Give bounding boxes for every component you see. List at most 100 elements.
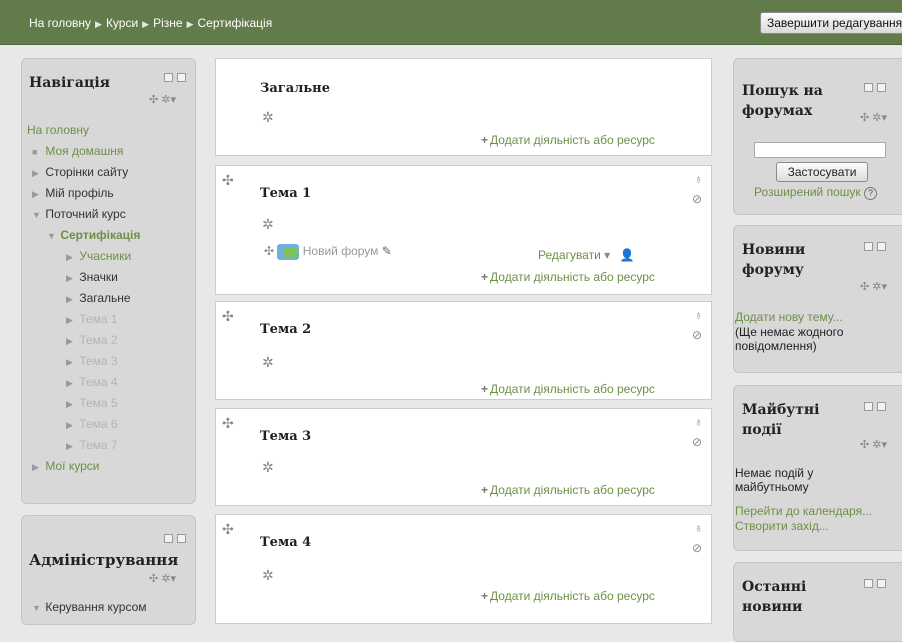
breadcrumb-separator-icon: ▶ <box>95 19 102 29</box>
hide-eye-icon[interactable]: ⊘ <box>692 328 702 342</box>
section-title: Тема 1 <box>260 186 312 201</box>
collapse-icon[interactable] <box>864 241 873 251</box>
gear-icon[interactable]: ✲ <box>262 109 274 126</box>
nav-item-my-profile[interactable]: ▶ Мій профіль <box>32 186 114 200</box>
block-dock-controls[interactable] <box>860 400 886 412</box>
dock-icon[interactable] <box>177 533 186 543</box>
add-new-topic-link[interactable]: Додати нову тему... <box>735 310 843 324</box>
add-activity-link[interactable]: + Додати діяльність або ресурс <box>481 382 655 396</box>
edit-menu[interactable]: Редагувати ▾ 👤 <box>538 248 634 262</box>
nav-item-general[interactable]: ▶ Загальне <box>66 291 131 305</box>
no-posts-text: (Ще немає жодного повідомлення) <box>735 325 844 353</box>
highlight-bulb-icon[interactable]: ♁ <box>694 415 703 429</box>
go-to-calendar-link[interactable]: Перейти до календаря... <box>735 504 872 518</box>
help-icon[interactable]: ? <box>863 187 877 200</box>
create-event-link[interactable]: Створити захід... <box>735 519 829 533</box>
nav-item-topic-4[interactable]: ▶ Тема 4 <box>66 375 118 389</box>
block-dock-controls[interactable] <box>860 577 886 589</box>
block-move-config-icons[interactable]: ✣ ✲▾ <box>149 572 176 585</box>
block-dock-controls[interactable] <box>860 240 886 252</box>
forum-search-input[interactable] <box>754 142 886 158</box>
section-title: Тема 2 <box>260 322 312 337</box>
breadcrumb-current[interactable]: Сертифікація <box>198 16 273 30</box>
no-events-text: Немає подій у майбутньому <box>735 466 814 494</box>
section-topic-1: ✣ ♁ ⊘ Тема 1 ✲ ✣ Новий форум ✎ Редагуват… <box>215 165 712 295</box>
plus-icon: + <box>481 133 489 147</box>
nav-item-badges[interactable]: ▶ Значки <box>66 270 118 284</box>
collapse-icon[interactable] <box>864 401 873 411</box>
add-activity-link[interactable]: + Додати діяльність або ресурс <box>481 589 655 603</box>
dock-icon[interactable] <box>877 401 886 411</box>
breadcrumb-misc[interactable]: Різне <box>153 16 182 30</box>
advanced-search-link[interactable]: Розширений пошук ? <box>754 185 877 200</box>
search-forums-title: Пошук на форумах <box>742 83 823 119</box>
dock-icon[interactable] <box>877 578 886 588</box>
nav-item-topic-6[interactable]: ▶ Тема 6 <box>66 417 118 431</box>
assign-roles-icon[interactable]: 👤 <box>620 248 635 262</box>
nav-item-topic-7[interactable]: ▶ Тема 7 <box>66 438 118 452</box>
breadcrumb-separator-icon: ▶ <box>142 19 150 29</box>
nav-item-current-course[interactable]: ▼ Поточний курс <box>32 207 126 221</box>
apply-search-button[interactable]: Застосувати <box>776 162 868 182</box>
move-icon[interactable]: ✣ <box>222 415 234 432</box>
nav-item-topic-1[interactable]: ▶ Тема 1 <box>66 312 118 326</box>
nav-home[interactable]: На головну <box>27 123 89 137</box>
expand-arrow-icon: ▶ <box>66 378 73 388</box>
add-activity-link[interactable]: + Додати діяльність або ресурс <box>481 483 655 497</box>
recent-news-title: Останні новини <box>742 579 807 615</box>
block-move-config-icons[interactable]: ✣ ✲▾ <box>860 438 887 451</box>
move-icon[interactable]: ✣ <box>264 244 274 258</box>
expand-arrow-icon: ▶ <box>66 357 73 367</box>
nav-item-site-pages[interactable]: ▶ Сторінки сайту <box>32 165 128 179</box>
block-move-config-icons[interactable]: ✣ ✲▾ <box>860 111 887 124</box>
news-forum-title: Новини форуму <box>742 242 806 278</box>
block-dock-controls[interactable] <box>160 532 186 544</box>
edit-pencil-icon[interactable]: ✎ <box>382 244 392 258</box>
collapse-icon[interactable] <box>864 82 873 92</box>
block-move-config-icons[interactable]: ✣ ✲▾ <box>149 93 176 106</box>
nav-item-topic-5[interactable]: ▶ Тема 5 <box>66 396 118 410</box>
admin-course-management[interactable]: ▼ Керування курсом <box>32 600 147 614</box>
dock-icon[interactable] <box>177 72 186 82</box>
gear-icon[interactable]: ✲ <box>262 567 274 584</box>
bullet-icon: ■ <box>32 147 38 157</box>
collapse-arrow-icon: ▼ <box>47 231 56 241</box>
move-icon[interactable]: ✣ <box>222 521 234 538</box>
block-dock-controls[interactable] <box>860 81 886 93</box>
dock-icon[interactable] <box>877 82 886 92</box>
hide-eye-icon[interactable]: ⊘ <box>692 435 702 449</box>
hide-eye-icon[interactable]: ⊘ <box>692 541 702 555</box>
collapse-icon[interactable] <box>164 533 173 543</box>
nav-item-course[interactable]: ▼ Сертифікація <box>47 228 140 242</box>
nav-item-topic-2[interactable]: ▶ Тема 2 <box>66 333 118 347</box>
nav-item-my-courses[interactable]: ▶ Мої курси <box>32 459 99 473</box>
gear-icon[interactable]: ✲ <box>262 354 274 371</box>
breadcrumb-courses[interactable]: Курси <box>106 16 138 30</box>
move-icon[interactable]: ✣ <box>222 172 234 189</box>
add-activity-link[interactable]: + Додати діяльність або ресурс <box>481 270 655 284</box>
top-bar: На головну ▶ Курси ▶ Різне ▶ Сертифікація Заве… <box>0 0 902 45</box>
highlight-bulb-icon[interactable]: ♁ <box>694 308 703 322</box>
add-activity-link[interactable]: + Додати діяльність або ресурс <box>481 133 655 147</box>
breadcrumb-separator-icon: ▶ <box>186 19 194 29</box>
move-icon[interactable]: ✣ <box>222 308 234 325</box>
nav-item-my-home[interactable]: ■ Моя домашня <box>32 144 123 158</box>
forum-activity[interactable]: ✣ Новий форум ✎ <box>264 244 392 260</box>
finish-editing-button[interactable]: Завершити редагування <box>760 12 902 34</box>
breadcrumb-home[interactable]: На головну <box>29 16 91 30</box>
highlight-bulb-icon[interactable]: ♁ <box>694 172 703 186</box>
collapse-arrow-icon: ▼ <box>32 603 41 613</box>
section-topic-3: ✣ ♁ ⊘ Тема 3 ✲ + Додати діяльність або ре… <box>215 408 712 506</box>
gear-icon[interactable]: ✲ <box>262 216 274 233</box>
hide-eye-icon[interactable]: ⊘ <box>692 192 702 206</box>
block-dock-controls[interactable] <box>160 71 186 83</box>
dock-icon[interactable] <box>877 241 886 251</box>
gear-icon[interactable]: ✲ <box>262 459 274 476</box>
collapse-icon[interactable] <box>864 578 873 588</box>
nav-item-participants[interactable]: ▶ Учасники <box>66 249 131 263</box>
nav-item-topic-3[interactable]: ▶ Тема 3 <box>66 354 118 368</box>
collapse-icon[interactable] <box>164 72 173 82</box>
block-move-config-icons[interactable]: ✣ ✲▾ <box>860 280 887 293</box>
upcoming-events-title: Майбутні події <box>742 402 820 438</box>
highlight-bulb-icon[interactable]: ♁ <box>694 521 703 535</box>
